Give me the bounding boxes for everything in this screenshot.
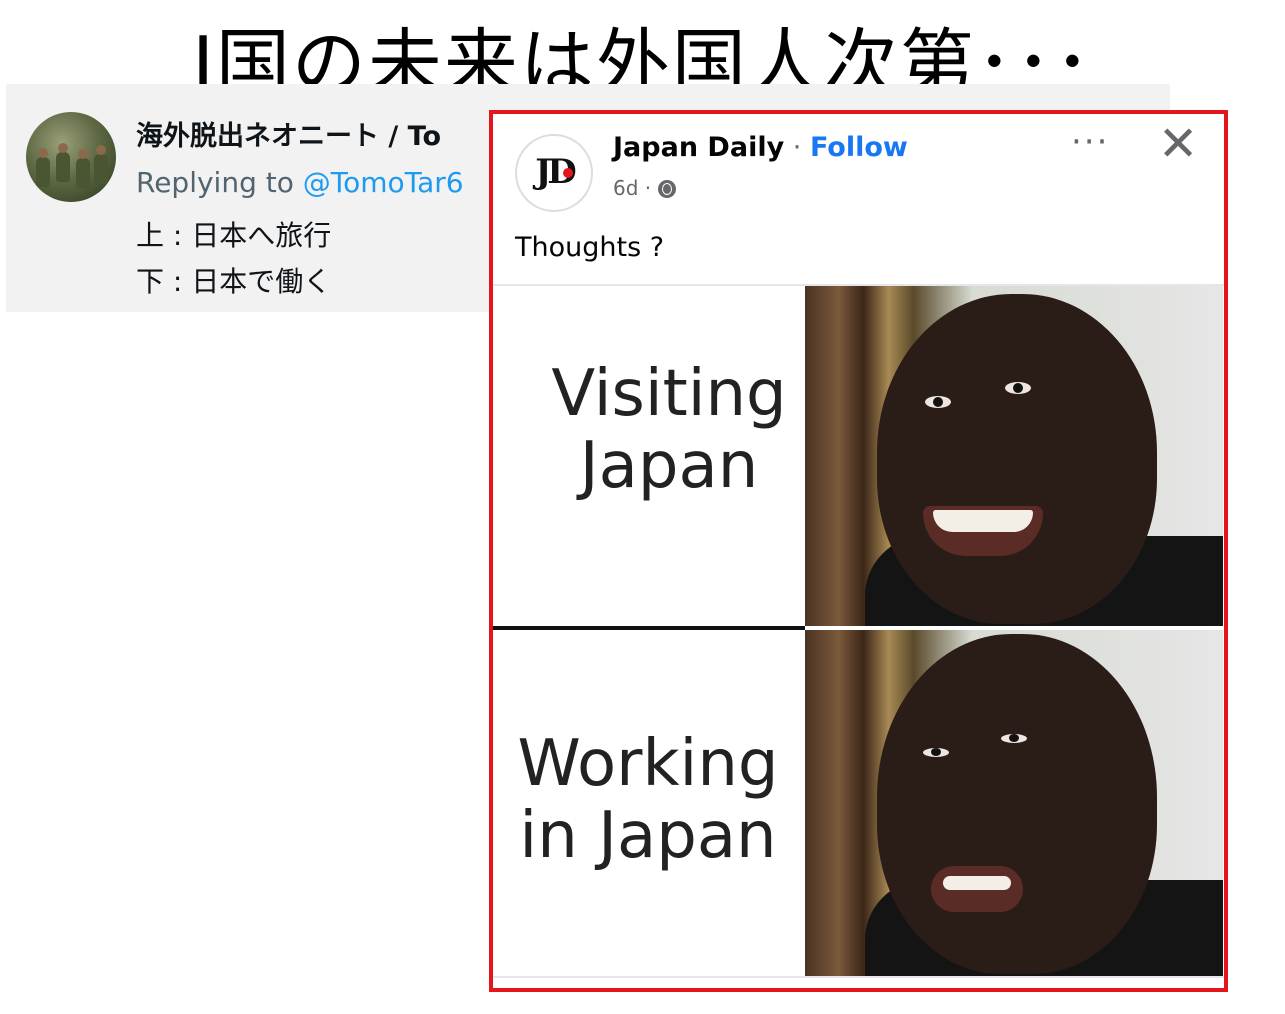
meme-happy-face-photo: [805, 286, 1223, 626]
tweet-author-name[interactable]: 海外脱出ネオニート / To: [136, 114, 441, 153]
avatar[interactable]: [26, 112, 116, 202]
facebook-post-screenshot: JD Japan Daily · Follow 6d · ··· ✕ Thoug…: [489, 110, 1228, 992]
globe-icon: [657, 180, 676, 198]
header-separator: ·: [784, 132, 810, 163]
avatar-figure-head: [38, 148, 48, 158]
meme-top-text: Visiting Japan: [493, 286, 805, 626]
photo-teeth: [943, 876, 1011, 890]
close-icon[interactable]: ✕: [1158, 116, 1198, 172]
post-caption: Thoughts ?: [515, 232, 665, 263]
page-name[interactable]: Japan Daily: [613, 132, 784, 163]
more-options-icon[interactable]: ···: [1071, 122, 1109, 162]
bottom-divider: [493, 976, 1224, 978]
meme-bottom-text: Working in Japan: [493, 630, 805, 976]
avatar-figure: [36, 157, 50, 187]
photo-eye: [1001, 734, 1027, 743]
avatar-figure-head: [58, 143, 68, 153]
meme-bottom-line-2: in Japan: [519, 799, 777, 873]
avatar-figure: [76, 158, 90, 188]
avatar-figure: [94, 154, 108, 184]
replying-prefix: Replying to: [136, 166, 303, 199]
avatar-figure-head: [78, 149, 88, 159]
photo-eye: [1005, 382, 1031, 394]
post-header: Japan Daily · Follow: [613, 132, 908, 163]
page-logo-text: JD: [535, 152, 577, 192]
meme-image[interactable]: Visiting Japan Working in Japan: [493, 286, 1224, 976]
meme-bottom-line-1: Working: [517, 727, 779, 801]
follow-button[interactable]: Follow: [810, 132, 908, 163]
page-logo[interactable]: JD: [515, 134, 593, 212]
avatar-figure-head: [96, 145, 106, 155]
replying-to: Replying to @TomoTar6: [136, 166, 464, 199]
avatar-figure: [56, 152, 70, 182]
tweet-text-line-2: 下 : 日本で働く: [136, 265, 332, 298]
reply-handle-link[interactable]: @TomoTar6: [303, 166, 464, 199]
post-meta: 6d ·: [613, 176, 676, 200]
photo-face: [877, 634, 1157, 974]
meme-top-line-1: Visiting: [551, 357, 787, 431]
photo-teeth: [933, 510, 1033, 532]
meme-top-line-2: Japan: [579, 429, 759, 503]
meme-sad-face-photo: [805, 630, 1223, 976]
photo-face: [877, 294, 1157, 624]
tweet-text-line-1: 上 : 日本へ旅行: [136, 219, 332, 252]
photo-eye: [925, 396, 951, 408]
photo-eye: [923, 748, 949, 757]
logo-red-dot: [563, 168, 573, 178]
post-time[interactable]: 6d ·: [613, 176, 658, 200]
